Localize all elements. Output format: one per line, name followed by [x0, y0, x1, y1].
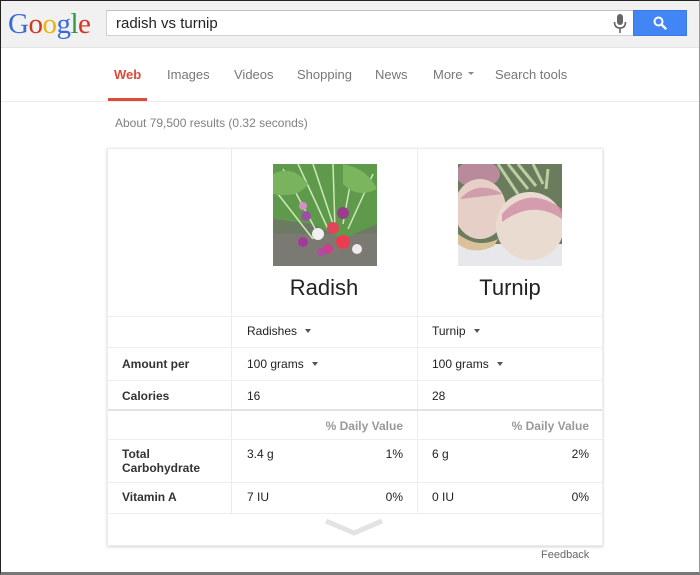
- google-logo[interactable]: Google: [8, 7, 91, 41]
- row-label-vitamin-a: Vitamin A: [122, 490, 177, 504]
- carb-turnip: 6 g: [432, 447, 449, 461]
- daily-value-header-radish: % Daily Value: [325, 419, 403, 433]
- food-name-radish: Radish: [289, 275, 359, 300]
- calories-turnip: 28: [432, 389, 446, 403]
- caret-down-icon: [467, 72, 474, 76]
- daily-value-header-turnip: % Daily Value: [511, 419, 589, 433]
- row-label-calories: Calories: [122, 389, 170, 403]
- variety-dropdown-turnip[interactable]: Turnip: [432, 324, 480, 338]
- caret-down-icon: [496, 361, 503, 366]
- tab-more[interactable]: More: [433, 67, 474, 82]
- active-tab-indicator: [108, 98, 147, 101]
- row-divider: [108, 482, 602, 483]
- carb-radish: 3.4 g: [247, 447, 274, 461]
- search-input[interactable]: [116, 14, 596, 33]
- search-icon: [653, 16, 667, 30]
- amount-dropdown-radish[interactable]: 100 grams: [247, 357, 318, 371]
- tab-shopping[interactable]: Shopping: [297, 67, 352, 82]
- tab-search-tools[interactable]: Search tools: [495, 67, 567, 82]
- variety-dropdown-radish[interactable]: Radishes: [247, 324, 312, 338]
- radish-image[interactable]: [273, 164, 377, 266]
- row-label-total-carbohydrate: Total Carbohydrate: [122, 447, 201, 475]
- caret-down-icon: [473, 328, 480, 333]
- vitamin-a-radish: 7 IU: [247, 490, 270, 504]
- column-divider: [231, 149, 232, 514]
- row-divider: [108, 513, 602, 514]
- feedback-link[interactable]: Feedback: [541, 549, 589, 561]
- vitamin-a-pct-turnip: 0%: [571, 490, 589, 504]
- row-divider: [108, 409, 602, 411]
- row-label-amount-per: Amount per: [122, 357, 190, 371]
- caret-down-icon: [311, 361, 318, 366]
- row-divider: [108, 316, 602, 317]
- expand-button[interactable]: [324, 517, 384, 539]
- vitamin-a-pct-radish: 0%: [385, 490, 403, 504]
- column-divider: [417, 149, 418, 514]
- microphone-icon[interactable]: [612, 13, 628, 35]
- food-name-turnip: Turnip: [479, 275, 541, 300]
- row-divider: [108, 347, 602, 348]
- search-tabs: Web Images Videos Shopping News More Sea…: [1, 48, 699, 102]
- result-stats: About 79,500 results (0.32 seconds): [115, 116, 308, 130]
- caret-down-icon: [305, 328, 312, 333]
- tab-news[interactable]: News: [375, 67, 408, 82]
- row-divider: [108, 380, 602, 381]
- search-box[interactable]: [106, 10, 635, 36]
- turnip-image[interactable]: [458, 164, 562, 266]
- carb-pct-turnip: 2%: [571, 447, 589, 461]
- tab-videos[interactable]: Videos: [234, 67, 274, 82]
- vitamin-a-turnip: 0 IU: [432, 490, 455, 504]
- calories-radish: 16: [247, 389, 261, 403]
- carb-pct-radish: 1%: [385, 447, 403, 461]
- comparison-card: Radish Turnip Radishes Turnip Amount per…: [107, 148, 603, 546]
- search-button[interactable]: [633, 10, 687, 36]
- amount-dropdown-turnip[interactable]: 100 grams: [432, 357, 503, 371]
- tab-images[interactable]: Images: [167, 67, 210, 82]
- chevron-down-icon: [325, 518, 383, 536]
- tab-web[interactable]: Web: [114, 67, 141, 82]
- row-divider: [108, 439, 602, 440]
